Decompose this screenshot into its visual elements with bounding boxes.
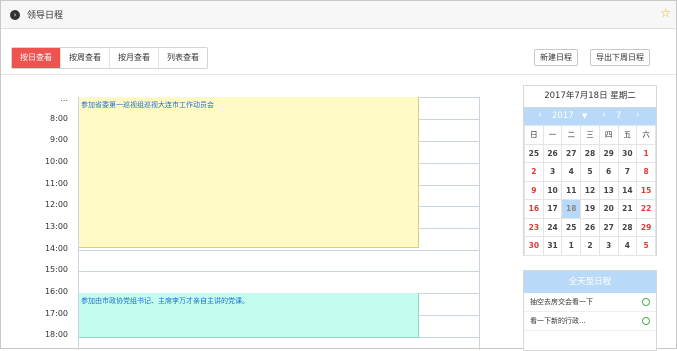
new-schedule-button[interactable]: 新建日程 (534, 49, 578, 66)
hour-label: ... (60, 94, 68, 103)
calendar-day[interactable]: 25 (524, 143, 544, 163)
calendar-day[interactable]: 1 (561, 236, 582, 256)
all-day-item[interactable]: 看一下新的行政... (524, 312, 656, 331)
calendar-day[interactable]: 28 (580, 143, 600, 163)
weekday-label: 三 (580, 125, 600, 145)
calendar-day[interactable]: 2 (524, 162, 544, 182)
month-select[interactable]: 7 (616, 111, 621, 121)
calendar-day[interactable]: 19 (580, 199, 600, 219)
tab-list-view[interactable]: 列表查看 (159, 48, 207, 68)
calendar-day[interactable]: 27 (561, 143, 582, 163)
year-dropdown-icon[interactable]: ▼ (582, 112, 587, 120)
calendar-day[interactable]: 26 (580, 217, 600, 237)
weekday-label: 五 (617, 125, 638, 145)
calendar-day[interactable]: 3 (598, 236, 619, 256)
weekday-label: 日 (524, 125, 544, 145)
hour-label: 15:00 (44, 265, 68, 274)
calendar-day[interactable]: 23 (524, 217, 544, 237)
calendar-day[interactable]: 14 (617, 180, 638, 200)
calendar-day[interactable]: 1 (636, 143, 656, 163)
calendar-day[interactable]: 7 (617, 162, 638, 182)
calendar-day[interactable]: 8 (636, 162, 656, 182)
event-party-lecture[interactable]: 参加由市政协党组书记、主席李万才亲自主讲的党课。 (79, 293, 419, 338)
calendar-day[interactable]: 29 (636, 217, 656, 237)
hour-label: 16:00 (44, 287, 68, 296)
calendar-day[interactable]: 16 (524, 199, 544, 219)
calendar-day[interactable]: 5 (580, 162, 600, 182)
hour-label: 17:00 (44, 309, 68, 318)
status-circle-icon[interactable] (642, 317, 650, 325)
all-day-schedule-panel: 全天型日程 抽空去房交会看一下 看一下新的行政... (523, 270, 657, 351)
calendar-day[interactable]: 2 (580, 236, 600, 256)
hour-label: 18:00 (44, 330, 68, 339)
chevron-right-circle-icon: › (10, 10, 20, 20)
prev-month-icon[interactable]: ‹ (602, 110, 606, 120)
hour-label: 10:00 (44, 157, 68, 166)
calendar-day[interactable]: 30 (524, 236, 544, 256)
calendar-day[interactable]: 3 (542, 162, 563, 182)
hour-label: 8:00 (50, 114, 68, 123)
calendar-day[interactable]: 21 (617, 199, 638, 219)
weekday-label: 二 (561, 125, 582, 145)
calendar-day[interactable]: 12 (580, 180, 600, 200)
tab-day-view[interactable]: 按日查看 (12, 48, 61, 68)
calendar-grid: 日 一 二 三 四 五 六 25 26 27 28 29 30 1 2 3 4 … (524, 125, 656, 256)
top-bar: › 领导日程 ☆ (1, 1, 676, 29)
divider (1, 74, 676, 75)
calendar-day[interactable]: 20 (598, 199, 619, 219)
weekday-label: 一 (542, 125, 563, 145)
calendar-day[interactable]: 4 (617, 236, 638, 256)
hour-label: 11:00 (44, 179, 68, 188)
calendar-day[interactable]: 6 (598, 162, 619, 182)
all-day-item-label: 抽空去房交会看一下 (530, 298, 593, 306)
prev-year-icon[interactable]: ‹ (538, 110, 542, 120)
event-mobilization-meeting[interactable]: 参加省委第一巡视组巡视大连市工作动员会 (79, 97, 419, 248)
hour-label: 9:00 (50, 135, 68, 144)
year-select[interactable]: 2017 (552, 111, 574, 121)
tab-month-view[interactable]: 按月查看 (110, 48, 159, 68)
mini-calendar: 2017年7月18日 星期二 ‹ 2017 ▼ ‹ 7 › 日 一 二 三 四 … (523, 85, 657, 256)
page-title: 领导日程 (27, 11, 64, 21)
star-icon[interactable]: ☆ (660, 6, 671, 20)
all-day-item[interactable]: 抽空去房交会看一下 (524, 293, 656, 312)
calendar-day[interactable]: 13 (598, 180, 619, 200)
calendar-day[interactable]: 17 (542, 199, 563, 219)
calendar-day[interactable]: 25 (561, 217, 582, 237)
calendar-day[interactable]: 24 (542, 217, 563, 237)
next-month-icon[interactable]: › (636, 110, 640, 120)
calendar-day[interactable]: 15 (636, 180, 656, 200)
calendar-day[interactable]: 5 (636, 236, 656, 256)
weekday-label: 四 (598, 125, 619, 145)
status-circle-icon[interactable] (642, 298, 650, 306)
calendar-day[interactable]: 9 (524, 180, 544, 200)
hour-label: 12:00 (44, 200, 68, 209)
calendar-day[interactable]: 31 (542, 236, 563, 256)
calendar-day[interactable]: 27 (598, 217, 619, 237)
calendar-day[interactable]: 10 (542, 180, 563, 200)
calendar-day[interactable]: 22 (636, 199, 656, 219)
export-next-week-button[interactable]: 导出下周日程 (590, 49, 650, 66)
hour-line (79, 250, 479, 251)
view-tabs: 按日查看 按周查看 按月查看 列表查看 (11, 47, 208, 69)
hour-label: 13:00 (44, 222, 68, 231)
hour-label: 14:00 (44, 244, 68, 253)
all-day-item-label: 看一下新的行政... (530, 317, 586, 325)
calendar-day[interactable]: 11 (561, 180, 582, 200)
weekday-label: 六 (636, 125, 656, 145)
calendar-day[interactable]: 29 (598, 143, 619, 163)
tab-week-view[interactable]: 按周查看 (61, 48, 110, 68)
calendar-day[interactable]: 26 (542, 143, 563, 163)
calendar-nav: ‹ 2017 ▼ ‹ 7 › (524, 108, 656, 125)
calendar-day[interactable]: 30 (617, 143, 638, 163)
all-day-title: 全天型日程 (524, 271, 656, 293)
calendar-date-header: 2017年7月18日 星期二 (524, 86, 656, 108)
calendar-day[interactable]: 28 (617, 217, 638, 237)
hour-line (79, 271, 479, 272)
calendar-day-today[interactable]: 18 (561, 199, 582, 219)
calendar-day[interactable]: 4 (561, 162, 582, 182)
